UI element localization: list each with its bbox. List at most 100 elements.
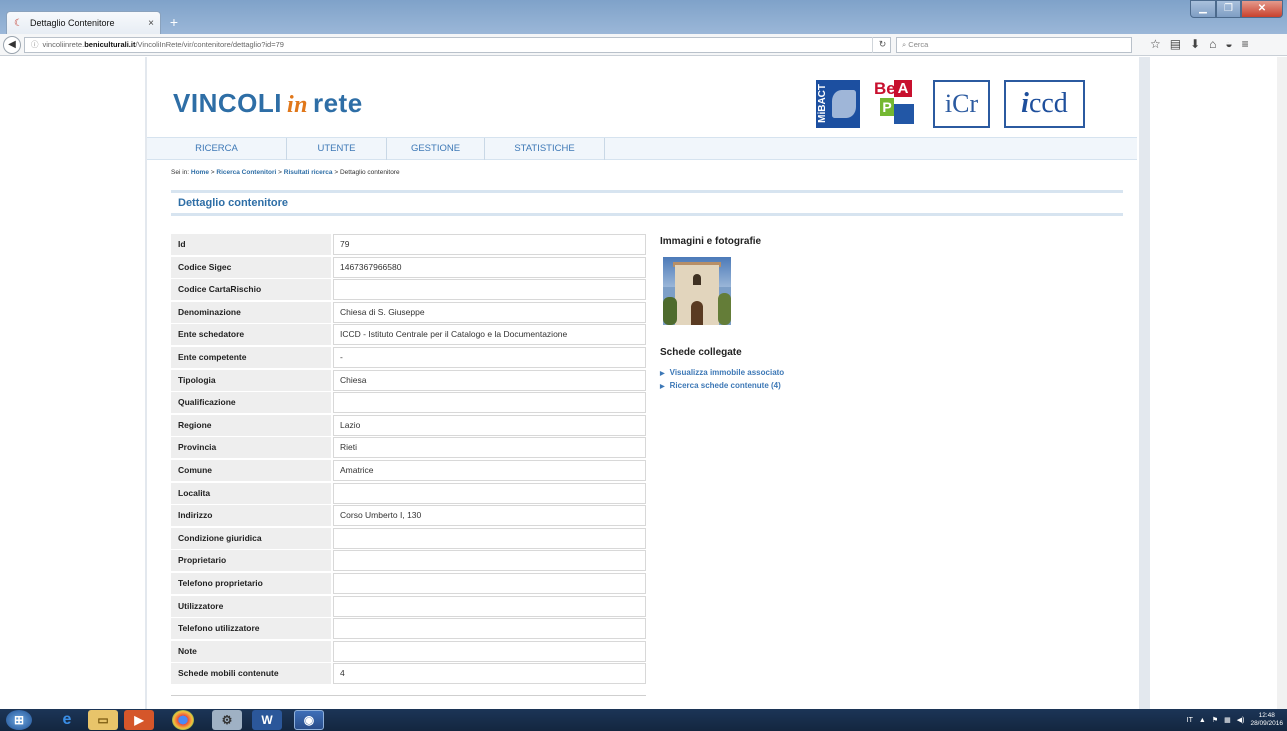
browser-tab[interactable]: ☾ Dettaglio Contenitore × xyxy=(6,11,161,34)
logo-word-vincoli: VINCOLI xyxy=(173,88,282,118)
link-visualizza-immobile[interactable]: ▶ Visualizza immobile associato xyxy=(660,368,784,377)
iccd-logo-ccd: ccd xyxy=(1028,88,1068,119)
beap-logo[interactable]: Be A P xyxy=(874,80,918,128)
language-indicator[interactable]: IT xyxy=(1187,717,1193,724)
pocket-icon[interactable]: ◒ xyxy=(1225,37,1232,51)
field-label: Proprietario xyxy=(171,550,331,572)
mibac-emblem-icon xyxy=(832,90,856,118)
photo-tree xyxy=(663,297,677,325)
back-button[interactable]: ◀ xyxy=(3,36,21,54)
table-row: Telefono utilizzatore xyxy=(171,618,646,641)
system-tray: IT ▲ ⚑ ▦ ◀) 12:48 28/09/2016 xyxy=(1187,709,1283,731)
iccd-logo-i: i xyxy=(1021,88,1029,119)
table-row: Denominazione Chiesa di S. Giuseppe xyxy=(171,301,646,325)
flag-icon[interactable]: ⚑ xyxy=(1212,716,1218,724)
logo-word-in: in xyxy=(286,92,308,118)
logo-word-rete: rete xyxy=(312,88,363,118)
close-tab-icon[interactable]: × xyxy=(148,18,154,29)
menu-ricerca[interactable]: RICERCA xyxy=(147,138,287,160)
url-path: /VincoliInRete/vir/contenitore/dettaglio… xyxy=(135,40,284,49)
triangle-right-icon: ▶ xyxy=(660,371,665,377)
table-row: Comune Amatrice xyxy=(171,459,646,483)
maximize-button[interactable]: ❐ xyxy=(1216,0,1241,18)
breadcrumb-home[interactable]: Home xyxy=(191,169,209,176)
beap-logo-p: P xyxy=(880,98,894,116)
menu-gestione[interactable]: GESTIONE xyxy=(387,138,485,160)
breadcrumb-current: Dettaglio contenitore xyxy=(339,169,400,176)
volume-icon[interactable]: ◀) xyxy=(1237,716,1245,724)
home-icon[interactable]: ⌂ xyxy=(1209,37,1216,51)
field-label: Regione xyxy=(171,414,331,436)
vertical-scrollbar[interactable] xyxy=(1277,57,1287,709)
field-label: Tipologia xyxy=(171,369,331,391)
main-menu: RICERCA UTENTE GESTIONE STATISTICHE xyxy=(147,137,1137,160)
table-row: Regione Lazio xyxy=(171,414,646,438)
internet-explorer-icon[interactable]: e xyxy=(52,710,82,730)
field-value: Lazio xyxy=(333,414,646,436)
field-label: Localita xyxy=(171,482,331,504)
breadcrumb-separator: > xyxy=(278,169,282,176)
breadcrumb-risultati-ricerca[interactable]: Risultati ricerca xyxy=(284,169,333,176)
table-row: Codice CartaRischio xyxy=(171,279,646,302)
field-label: Ente schedatore xyxy=(171,324,331,346)
new-tab-button[interactable]: + xyxy=(166,14,182,30)
app-gear-icon[interactable]: ⚙ xyxy=(212,710,242,730)
tray-expand-icon[interactable]: ▲ xyxy=(1199,717,1206,724)
table-row: Codice Sigec 1467367966580 xyxy=(171,256,646,280)
search-icon: ⌕ xyxy=(902,40,907,49)
bookmark-star-icon[interactable]: ☆ xyxy=(1150,37,1161,51)
network-icon[interactable]: ▦ xyxy=(1224,716,1231,724)
field-value: Corso Umberto I, 130 xyxy=(333,505,646,527)
start-button[interactable]: ⊞ xyxy=(6,710,32,730)
field-value xyxy=(333,527,646,549)
site-logo[interactable]: VINCOLI in rete xyxy=(173,88,363,119)
chrome-icon[interactable] xyxy=(172,710,194,730)
media-player-icon[interactable]: ▶ xyxy=(124,710,154,730)
table-row: Indirizzo Corso Umberto I, 130 xyxy=(171,505,646,528)
field-value xyxy=(333,550,646,572)
close-window-button[interactable]: ✕ xyxy=(1241,0,1283,18)
link-ricerca-schede[interactable]: ▶ Ricerca schede contenute (4) xyxy=(660,381,781,390)
field-label: Schede mobili contenute xyxy=(171,663,331,685)
reading-list-icon[interactable]: ▤ xyxy=(1170,37,1181,51)
table-row: Provincia Rieti xyxy=(171,437,646,460)
icr-logo[interactable]: iCr xyxy=(933,80,990,128)
loading-icon: ☾ xyxy=(14,17,23,29)
field-label: Indirizzo xyxy=(171,505,331,527)
search-placeholder: Cerca xyxy=(908,40,929,49)
field-value xyxy=(333,640,646,662)
link-label: Ricerca schede contenute (4) xyxy=(669,381,781,390)
beap-logo-a: A xyxy=(894,80,912,97)
info-icon[interactable]: ⓘ xyxy=(31,40,39,49)
field-label: Condizione giuridica xyxy=(171,527,331,549)
mibac-logo[interactable]: MiBACT xyxy=(816,80,860,128)
menu-statistiche[interactable]: STATISTICHE xyxy=(485,138,605,160)
address-bar[interactable]: ⓘ vincoliinrete.beniculturali.it/VincoliI… xyxy=(24,37,891,53)
menu-icon[interactable]: ≡ xyxy=(1242,37,1249,51)
link-label: Visualizza immobile associato xyxy=(669,368,785,377)
field-value: Chiesa di S. Giuseppe xyxy=(333,301,646,323)
window-controls: ▁ ❐ ✕ xyxy=(1190,0,1283,18)
page-right-border xyxy=(1139,57,1150,709)
reload-icon[interactable]: ↻ xyxy=(872,37,892,53)
iccd-logo[interactable]: iccd xyxy=(1004,80,1085,128)
field-label: Provincia xyxy=(171,437,331,459)
word-icon[interactable]: W xyxy=(252,710,282,730)
section-rule-bottom xyxy=(171,213,1123,216)
field-value: - xyxy=(333,346,646,368)
clock-date: 28/09/2016 xyxy=(1250,720,1283,727)
section-rule-top xyxy=(171,190,1123,193)
photo-window xyxy=(693,274,701,285)
minimize-button[interactable]: ▁ xyxy=(1190,0,1216,18)
breadcrumb-ricerca-contenitori[interactable]: Ricerca Contenitori xyxy=(216,169,276,176)
schede-collegate-title: Schede collegate xyxy=(660,347,742,358)
church-photo-thumbnail[interactable] xyxy=(663,257,731,325)
table-bottom-rule xyxy=(171,695,646,696)
triangle-right-icon: ▶ xyxy=(660,384,665,390)
download-icon[interactable]: ⬇ xyxy=(1190,37,1200,51)
menu-utente[interactable]: UTENTE xyxy=(287,138,387,160)
search-input[interactable]: ⌕ Cerca xyxy=(896,37,1132,53)
firefox-icon[interactable]: ◉ xyxy=(294,710,324,730)
file-explorer-icon[interactable]: ▭ xyxy=(88,710,118,730)
clock[interactable]: 12:48 28/09/2016 xyxy=(1250,712,1283,728)
